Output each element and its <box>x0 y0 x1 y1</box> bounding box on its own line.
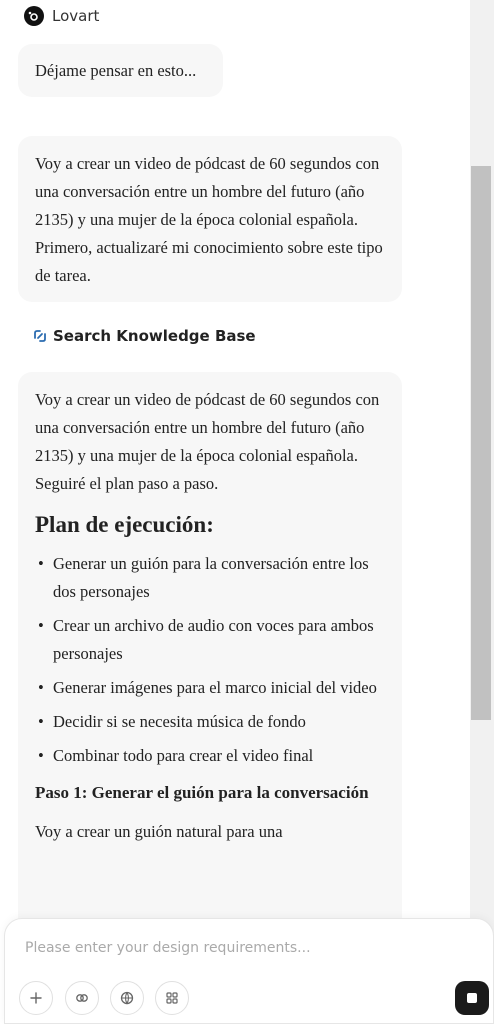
plan-step: Combinar todo para crear el video final <box>38 742 385 770</box>
plan-step: Decidir si se necesita música de fondo <box>38 708 385 736</box>
thinking-text: Déjame pensar en esto... <box>35 60 197 80</box>
assistant-message-plan: Voy a crear un video de pódcast de 60 se… <box>18 372 402 992</box>
attach-button[interactable] <box>65 981 99 1015</box>
plan-intro-text: Voy a crear un video de pódcast de 60 se… <box>35 390 380 493</box>
brand-name: Lovart <box>52 7 100 25</box>
plan-steps-list: Generar un guión para la conversación en… <box>35 550 385 770</box>
scrollbar-thumb[interactable] <box>471 166 491 720</box>
apps-button[interactable] <box>155 981 189 1015</box>
plan-step: Generar un guión para la conversación en… <box>38 550 385 606</box>
assistant-message-intro: Voy a crear un video de pódcast de 60 se… <box>18 136 402 302</box>
tool-call-label: Search Knowledge Base <box>53 327 256 345</box>
design-requirements-input[interactable] <box>23 939 467 957</box>
step1-title: Paso 1: Generar el guión para la convers… <box>35 783 369 802</box>
attach-icon <box>76 994 88 1002</box>
intro-text: Voy a crear un video de pódcast de 60 se… <box>35 154 383 285</box>
tool-call-search-knowledge-base[interactable]: Search Knowledge Base <box>33 327 256 345</box>
link-icon <box>34 330 46 342</box>
step1-text: Voy a crear un guión natural para una <box>35 822 283 841</box>
plan-step: Crear un archivo de audio con voces para… <box>38 612 385 668</box>
apps-grid-icon <box>166 992 178 1004</box>
plan-title: Plan de ejecución: <box>35 512 214 537</box>
chat-panel: Lovart Déjame pensar en esto... Voy a cr… <box>0 0 470 1024</box>
plus-icon <box>30 992 42 1004</box>
thinking-message: Déjame pensar en esto... <box>18 44 223 97</box>
assistant-header: Lovart <box>24 6 99 26</box>
stop-button[interactable] <box>455 981 489 1015</box>
stop-icon <box>467 993 477 1003</box>
lovart-logo-icon <box>24 6 44 26</box>
web-search-button[interactable] <box>110 981 144 1015</box>
composer <box>4 918 494 1024</box>
plan-step: Generar imágenes para el marco inicial d… <box>38 674 385 702</box>
globe-icon <box>120 991 134 1005</box>
add-button[interactable] <box>19 981 53 1015</box>
